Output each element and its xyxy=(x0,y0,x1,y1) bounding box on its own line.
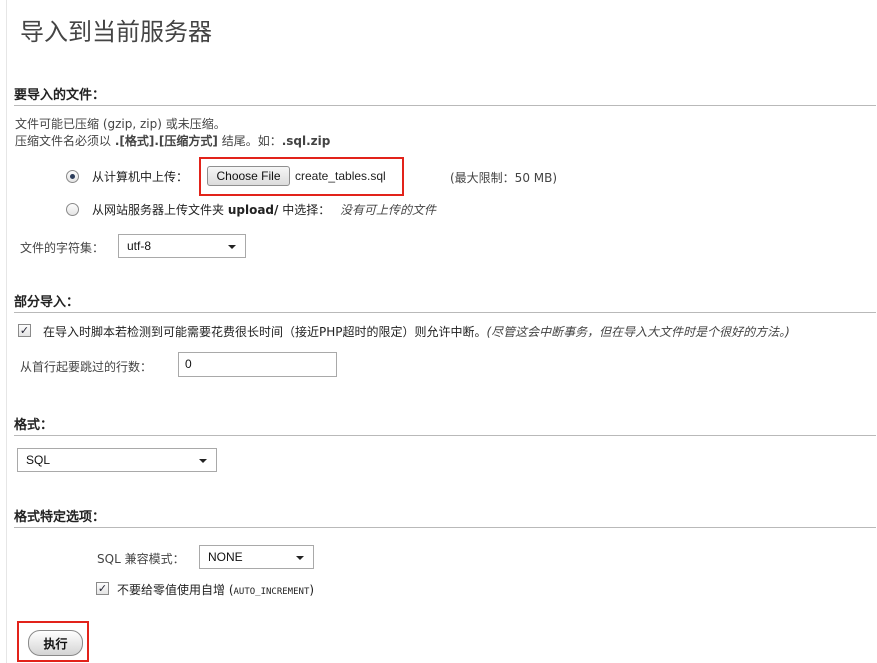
no-auto-zero-label-end: ) xyxy=(309,583,315,597)
chevron-down-icon xyxy=(296,556,304,560)
compress-note: 文件可能已压缩 (gzip, zip) 或未压缩。 xyxy=(15,117,226,131)
upload-server-suffix: 中选择： xyxy=(278,203,331,217)
no-upload-files-note: 没有可上传的文件 xyxy=(340,203,437,217)
choose-file-button[interactable]: Choose File xyxy=(207,166,290,186)
chevron-down-icon xyxy=(228,245,236,249)
no-auto-zero-checkbox[interactable]: ✓ xyxy=(96,582,109,595)
format-value: SQL xyxy=(26,453,51,467)
left-border xyxy=(6,0,7,663)
chevron-down-icon xyxy=(199,459,207,463)
skip-rows-input[interactable]: 0 xyxy=(178,352,337,377)
upload-server-label: 从网站服务器上传文件夹 upload/ 中选择： 没有可上传的文件 xyxy=(92,201,436,218)
format-options-heading: 格式特定选项： xyxy=(14,506,876,528)
go-button[interactable]: 执行 xyxy=(28,630,83,656)
name-rule-example: .sql.zip xyxy=(281,134,331,148)
allow-interrupt-text: 在导入时脚本若检测到可能需要花费很长时间（接近PHP超时的限定）则允许中断。(尽… xyxy=(43,323,790,340)
allow-interrupt-note: (尽管这会中断事务，但在导入大文件时是个很好的方法。) xyxy=(486,325,790,339)
skip-rows-label: 从首行起要跳过的行数： xyxy=(20,360,153,374)
name-rule-pattern: .[格式].[压缩方式] xyxy=(114,134,218,148)
selected-file-name: create_tables.sql xyxy=(295,169,386,183)
no-auto-zero-label: 不要给零值使用自增 ( xyxy=(117,583,234,597)
upload-local-radio[interactable] xyxy=(66,170,79,183)
name-rule: 压缩文件名必须以 .[格式].[压缩方式] 结尾。如：.sql.zip xyxy=(15,132,330,149)
allow-interrupt-label: 在导入时脚本若检测到可能需要花费很长时间（接近PHP超时的限定）则允许中断。 xyxy=(43,325,487,339)
name-rule-prefix: 压缩文件名必须以 xyxy=(15,134,115,148)
partial-section-heading: 部分导入： xyxy=(14,291,876,313)
compat-mode-value: NONE xyxy=(208,550,243,564)
charset-select[interactable]: utf-8 xyxy=(118,234,246,258)
upload-server-prefix: 从网站服务器上传文件夹 xyxy=(92,203,228,217)
file-section-heading: 要导入的文件： xyxy=(14,84,876,106)
no-auto-zero-text: 不要给零值使用自增 (AUTO_INCREMENT) xyxy=(117,581,314,598)
auto-increment-code: AUTO_INCREMENT xyxy=(233,587,310,597)
charset-value: utf-8 xyxy=(127,239,152,253)
format-select[interactable]: SQL xyxy=(17,448,217,472)
page-title: 导入到当前服务器 xyxy=(20,18,212,46)
upload-server-radio[interactable] xyxy=(66,203,79,216)
charset-label: 文件的字符集： xyxy=(20,241,105,255)
name-rule-middle: 结尾。如： xyxy=(217,134,282,148)
compat-mode-select[interactable]: NONE xyxy=(199,545,314,569)
compat-mode-label: SQL 兼容模式： xyxy=(97,552,185,566)
format-section-heading: 格式： xyxy=(14,414,876,436)
allow-interrupt-checkbox[interactable]: ✓ xyxy=(18,324,31,337)
upload-size-limit: (最大限制：50 MB) xyxy=(450,171,558,185)
upload-folder-name: upload/ xyxy=(227,203,279,217)
upload-local-label: 从计算机中上传： xyxy=(92,170,189,184)
